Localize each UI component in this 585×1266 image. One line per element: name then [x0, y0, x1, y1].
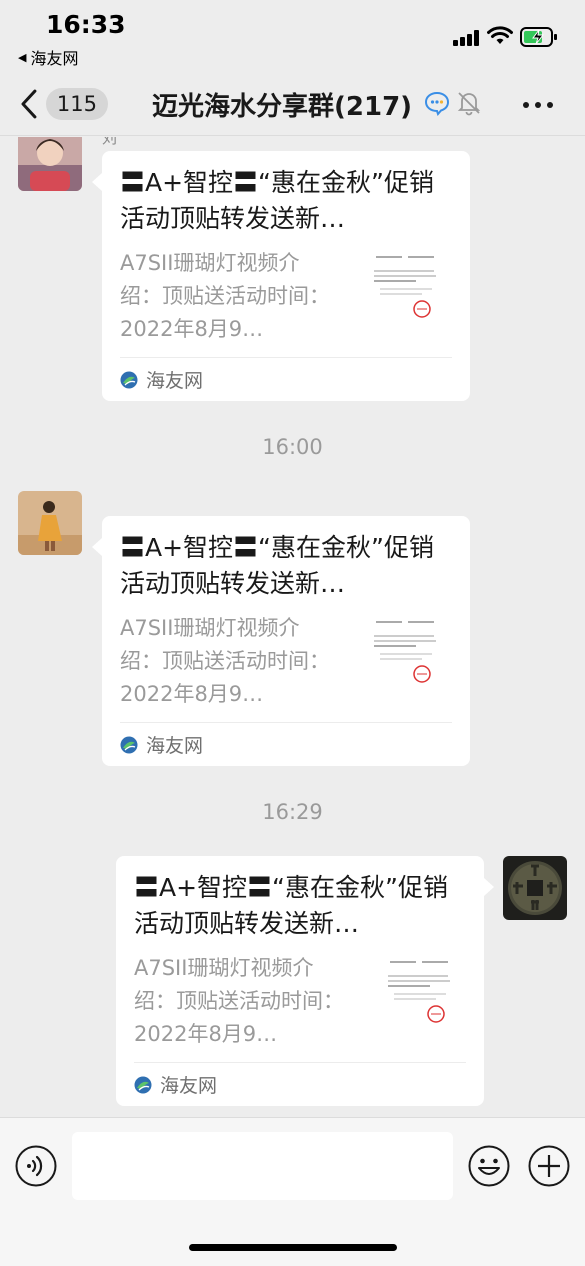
sender-name: 刘	[102, 137, 118, 147]
wifi-icon	[487, 26, 513, 44]
plus-icon[interactable]	[528, 1145, 570, 1187]
source-name: 海友网	[160, 1075, 218, 1097]
source-logo-icon	[134, 1076, 152, 1093]
emoji-icon[interactable]	[468, 1145, 510, 1187]
back-button[interactable]: 115	[18, 84, 108, 124]
cellular-signal-icon	[453, 30, 479, 46]
home-indicator[interactable]	[189, 1244, 397, 1251]
unread-count-badge: 115	[45, 88, 108, 120]
card-footer: 海友网	[120, 357, 452, 401]
chat-bubble-icon	[424, 91, 450, 116]
card-body: A7SII珊瑚灯视频介绍：顶贴送活动时间：2022年8月9…	[120, 247, 452, 357]
group-name: 迈光海水分享群	[152, 92, 335, 122]
self-avatar[interactable]	[503, 856, 567, 920]
card-thumbnail	[366, 249, 444, 327]
card-title: 〓A+智控〓“惠在金秋”促销活动顶贴转发送新…	[120, 533, 434, 598]
status-bar: 16:33 ◀ 海友网	[0, 0, 585, 70]
avatar[interactable]	[18, 137, 82, 191]
status-time: 16:33	[46, 10, 126, 39]
link-card[interactable]: 〓A+智控〓“惠在金秋”促销活动顶贴转发送新… A7SII珊瑚灯视频介绍：顶贴送…	[92, 151, 470, 401]
mute-bell-icon	[457, 92, 481, 116]
card-title: 〓A+智控〓“惠在金秋”促销活动顶贴转发送新…	[134, 873, 448, 938]
avatar[interactable]	[18, 491, 82, 555]
source-logo-icon	[120, 371, 138, 388]
card-body: A7SII珊瑚灯视频介绍：顶贴送活动时间：2022年8月9…	[120, 612, 452, 722]
message-timestamp: 16:00	[262, 435, 323, 459]
card-thumbnail	[366, 614, 444, 692]
message-input[interactable]	[72, 1132, 453, 1200]
card-footer: 海友网	[120, 722, 452, 766]
chat-message-list[interactable]: 刘 〓A+智控〓“惠在金秋”促销活动顶贴转发送新… A7SII珊瑚灯视频介绍：顶…	[0, 137, 585, 1117]
card-description: A7SII珊瑚灯视频介绍：顶贴送活动时间：2022年8月9…	[120, 616, 330, 706]
return-app-name: 海友网	[30, 49, 79, 68]
back-triangle-icon: ◀	[18, 50, 27, 64]
card-thumbnail	[380, 954, 458, 1032]
link-card[interactable]: 〓A+智控〓“惠在金秋”促销活动顶贴转发送新… A7SII珊瑚灯视频介绍：顶贴送…	[92, 516, 470, 766]
card-description: A7SII珊瑚灯视频介绍：顶贴送活动时间：2022年8月9…	[120, 251, 330, 341]
member-count: (217)	[334, 92, 413, 122]
return-to-app-link[interactable]: ◀ 海友网	[18, 45, 78, 69]
chevron-left-icon	[21, 89, 37, 119]
chat-nav-bar: 115 迈光海水分享群(217)	[0, 70, 585, 136]
card-title: 〓A+智控〓“惠在金秋”促销活动顶贴转发送新…	[120, 168, 434, 233]
more-dots-icon[interactable]	[523, 102, 553, 108]
battery-charging-icon	[520, 27, 557, 47]
source-name: 海友网	[146, 735, 204, 757]
link-card[interactable]: 〓A+智控〓“惠在金秋”促销活动顶贴转发送新… A7SII珊瑚灯视频介绍：顶贴送…	[116, 856, 494, 1106]
voice-icon[interactable]	[15, 1145, 57, 1187]
card-body: A7SII珊瑚灯视频介绍：顶贴送活动时间：2022年8月9…	[134, 952, 466, 1062]
source-logo-icon	[120, 736, 138, 753]
source-name: 海友网	[146, 370, 204, 392]
message-timestamp: 16:29	[262, 800, 323, 824]
card-footer: 海友网	[134, 1062, 466, 1106]
chat-title[interactable]: 迈光海水分享群(217)	[152, 86, 412, 123]
card-description: A7SII珊瑚灯视频介绍：顶贴送活动时间：2022年8月9…	[134, 956, 344, 1046]
